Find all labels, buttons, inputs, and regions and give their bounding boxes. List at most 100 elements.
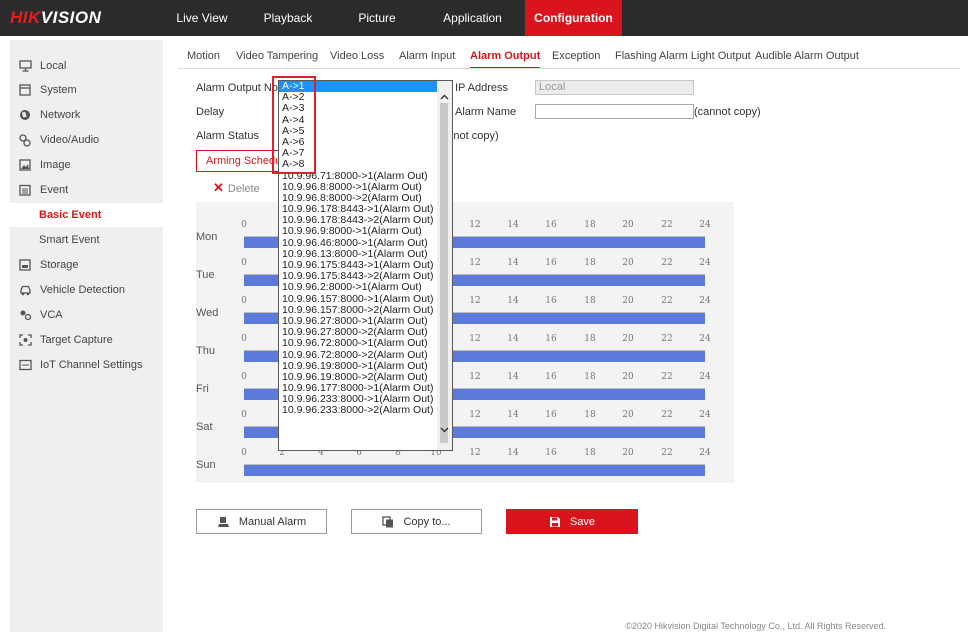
sidebar-item-image[interactable]: Image xyxy=(10,153,163,177)
alarm-name-field[interactable] xyxy=(535,104,694,119)
sidebar-item-label: Local xyxy=(40,60,67,72)
vca-icon xyxy=(18,308,32,322)
manual-alarm-button[interactable]: Manual Alarm xyxy=(196,509,327,534)
sidebar-item-label: Basic Event xyxy=(39,209,102,221)
save-button[interactable]: Save xyxy=(506,509,638,534)
sidebar-item-label: Image xyxy=(40,159,71,171)
day-label: Sun xyxy=(196,459,216,471)
schedule-row-sun[interactable]: 0 2 4 6 8 10 12 14 16 18 20 22 24 Sun xyxy=(196,436,734,476)
schedule-row-mon[interactable]: 024681012141618202224 Mon xyxy=(196,208,734,248)
day-label: Fri xyxy=(196,383,209,395)
dropdown-option[interactable]: 10.9.96.233:8000->1(Alarm Out) xyxy=(279,394,438,405)
sidebar-item-network[interactable]: Network xyxy=(10,103,163,127)
tab-exception[interactable]: Exception xyxy=(552,45,600,67)
sidebar-item-label: System xyxy=(40,84,77,96)
dropdown-option[interactable]: 10.9.96.2:8000->1(Alarm Out) xyxy=(279,282,438,293)
dropdown-option[interactable]: 10.9.96.27:8000->2(Alarm Out) xyxy=(279,327,438,338)
tab-alarm-output[interactable]: Alarm Output xyxy=(470,45,541,69)
storage-icon xyxy=(18,258,32,272)
chevron-down-icon[interactable] xyxy=(437,422,452,437)
top-bar: HIKVISION Live View Playback Picture App… xyxy=(0,0,968,36)
copy-to-button[interactable]: Copy to... xyxy=(351,509,482,534)
dropdown-option[interactable]: 10.9.96.233:8000->2(Alarm Out) xyxy=(279,405,438,416)
dropdown-option[interactable]: 10.9.96.175:8443->1(Alarm Out) xyxy=(279,260,438,271)
dropdown-option[interactable] xyxy=(279,439,438,450)
annotation-highlight-box xyxy=(272,76,316,174)
armed-time-bar[interactable] xyxy=(244,465,705,476)
tab-video-loss[interactable]: Video Loss xyxy=(330,45,384,67)
alarm-output-no-label: Alarm Output No. xyxy=(196,82,281,94)
cannot-copy-note: (cannot copy) xyxy=(694,106,761,118)
dropdown-option[interactable]: 10.9.96.175:8443->2(Alarm Out) xyxy=(279,271,438,282)
sidebar-item-vca[interactable]: VCA xyxy=(10,303,163,327)
nav-configuration[interactable]: Configuration xyxy=(525,0,622,36)
schedule-row-tue[interactable]: 024681012141618202224 Tue xyxy=(196,246,734,286)
sidebar-item-label: Network xyxy=(40,109,81,121)
dropdown-option[interactable]: 10.9.96.8:8000->1(Alarm Out) xyxy=(279,182,438,193)
nav-playback[interactable]: Playback xyxy=(242,0,334,36)
calendar-icon xyxy=(18,183,32,197)
dropdown-option[interactable]: 10.9.96.178:8443->1(Alarm Out) xyxy=(279,204,438,215)
sidebar-item-event[interactable]: Event xyxy=(10,178,163,202)
tab-flashing-alarm-light-output[interactable]: Flashing Alarm Light Output xyxy=(615,45,751,67)
sidebar-item-label: Vehicle Detection xyxy=(40,284,125,296)
iot-icon xyxy=(18,358,32,372)
nav-live-view[interactable]: Live View xyxy=(162,0,242,36)
chevron-up-icon[interactable] xyxy=(437,89,452,104)
dropdown-option[interactable]: 10.9.96.13:8000->1(Alarm Out) xyxy=(279,249,438,260)
sidebar-item-label: VCA xyxy=(40,309,63,321)
schedule-row-fri[interactable]: 024681012141618202224 Fri xyxy=(196,360,734,400)
schedule-row-sat[interactable]: 024681012141618202224 Sat xyxy=(196,398,734,438)
dropdown-option[interactable]: 10.9.96.27:8000->1(Alarm Out) xyxy=(279,316,438,327)
alarm-status-label: Alarm Status xyxy=(196,130,259,142)
dropdown-option[interactable]: 10.9.96.177:8000->1(Alarm Out) xyxy=(279,383,438,394)
dropdown-option[interactable] xyxy=(279,428,438,439)
tab-divider xyxy=(178,68,960,69)
sidebar-item-vehicle-detection[interactable]: Vehicle Detection xyxy=(10,278,163,302)
dropdown-option[interactable]: 10.9.96.157:8000->2(Alarm Out) xyxy=(279,305,438,316)
dropdown-option[interactable]: 10.9.96.72:8000->1(Alarm Out) xyxy=(279,338,438,349)
dropdown-option[interactable]: 10.9.96.8:8000->2(Alarm Out) xyxy=(279,193,438,204)
sidebar-item-label: Video/Audio xyxy=(40,134,100,146)
ip-address-field: Local xyxy=(535,80,694,95)
target-capture-icon xyxy=(18,333,32,347)
dropdown-option[interactable]: 10.9.96.178:8443->2(Alarm Out) xyxy=(279,215,438,226)
day-label: Tue xyxy=(196,269,215,281)
scrollbar-thumb[interactable] xyxy=(440,103,448,443)
brand-logo: HIKVISION xyxy=(10,8,102,27)
dropdown-option[interactable]: 10.9.96.19:8000->1(Alarm Out) xyxy=(279,361,438,372)
sidebar-item-video-audio[interactable]: Video/Audio xyxy=(10,128,163,152)
dropdown-option[interactable]: 10.9.96.72:8000->2(Alarm Out) xyxy=(279,350,438,361)
nav-application[interactable]: Application xyxy=(420,0,525,36)
tab-video-tampering[interactable]: Video Tampering xyxy=(236,45,318,67)
camera-icon xyxy=(18,133,32,147)
delete-button[interactable]: ✕ Delete xyxy=(213,180,260,196)
schedule-row-wed[interactable]: 024681012141618202224 Wed xyxy=(196,284,734,324)
sidebar-item-storage[interactable]: Storage xyxy=(10,253,163,277)
dropdown-option[interactable]: 10.9.96.157:8000->1(Alarm Out) xyxy=(279,294,438,305)
system-icon xyxy=(18,83,32,97)
sidebar-item-local[interactable]: Local xyxy=(10,54,163,78)
sidebar-item-iot-channel-settings[interactable]: IoT Channel Settings xyxy=(10,353,163,377)
nav-picture[interactable]: Picture xyxy=(334,0,420,36)
sidebar-item-label: Storage xyxy=(40,259,79,271)
tab-motion[interactable]: Motion xyxy=(187,45,220,67)
dropdown-option[interactable]: 10.9.96.19:8000->2(Alarm Out) xyxy=(279,372,438,383)
tab-alarm-input[interactable]: Alarm Input xyxy=(399,45,455,67)
sidebar-item-system[interactable]: System xyxy=(10,78,163,102)
dropdown-option[interactable]: 10.9.96.9:8000->1(Alarm Out) xyxy=(279,226,438,237)
sidebar: Local System Network Video/Audio Image E… xyxy=(10,40,163,632)
sidebar-item-target-capture[interactable]: Target Capture xyxy=(10,328,163,352)
tab-audible-alarm-output[interactable]: Audible Alarm Output xyxy=(755,45,859,67)
day-label: Wed xyxy=(196,307,219,319)
dropdown-scrollbar[interactable] xyxy=(437,81,452,450)
sidebar-item-basic-event[interactable]: Basic Event xyxy=(10,203,163,227)
sidebar-item-smart-event[interactable]: Smart Event xyxy=(10,228,163,252)
dropdown-option[interactable] xyxy=(279,417,438,428)
day-label: Mon xyxy=(196,231,218,243)
day-label: Thu xyxy=(196,345,215,357)
car-icon xyxy=(18,283,32,297)
alarm-name-label: Alarm Name xyxy=(455,106,517,118)
schedule-row-thu[interactable]: 024681012141618202224 Thu xyxy=(196,322,734,362)
dropdown-option[interactable]: 10.9.96.46:8000->1(Alarm Out) xyxy=(279,238,438,249)
